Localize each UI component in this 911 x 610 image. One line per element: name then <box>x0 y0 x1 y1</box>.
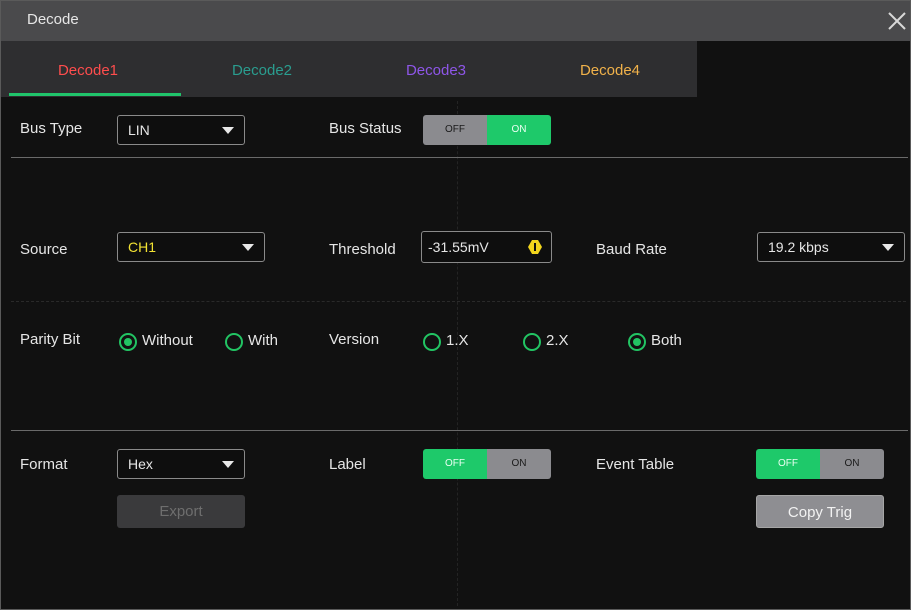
dialog-title: Decode <box>27 11 79 28</box>
threshold-field[interactable]: -31.55mV <box>421 231 552 263</box>
bus-type-dropdown[interactable]: LIN <box>117 115 245 145</box>
copy-trig-button[interactable]: Copy Trig <box>756 495 884 528</box>
event-table-label: Event Table <box>596 456 675 473</box>
grid-line-vertical <box>457 101 459 606</box>
decode-tabs: Decode1 Decode2 Decode3 Decode4 <box>1 41 697 97</box>
version-both-radio[interactable]: Both <box>628 331 698 353</box>
parity-without-label: Without <box>142 332 193 349</box>
export-button[interactable]: Export <box>117 495 245 528</box>
bus-status-toggle[interactable]: OFF ON <box>423 115 551 145</box>
chevron-down-icon <box>222 461 234 468</box>
version-2x-label: 2.X <box>546 332 569 349</box>
tab-decode1[interactable]: Decode1 <box>1 41 175 97</box>
radio-unselected-icon <box>423 333 441 351</box>
chevron-down-icon <box>222 127 234 134</box>
close-icon[interactable] <box>885 9 909 33</box>
parity-with-radio[interactable]: With <box>225 331 285 353</box>
version-1x-label: 1.X <box>446 332 469 349</box>
threshold-value: -31.55mV <box>428 239 489 255</box>
format-label: Format <box>20 456 68 473</box>
chevron-down-icon <box>882 244 894 251</box>
decode-dialog: Decode Decode1 Decode2 Decode3 Decode4 B… <box>0 0 911 610</box>
tab-decode4[interactable]: Decode4 <box>523 41 697 97</box>
version-label: Version <box>329 331 380 348</box>
label-toggle-label: Label <box>329 456 366 473</box>
tab-decode2[interactable]: Decode2 <box>175 41 349 97</box>
title-bar: Decode <box>1 1 910 41</box>
version-both-label: Both <box>651 332 682 349</box>
parity-with-label: With <box>248 332 278 349</box>
baud-rate-value: 19.2 kbps <box>768 239 829 255</box>
event-table-on: ON <box>820 449 884 479</box>
version-1x-radio[interactable]: 1.X <box>423 331 483 353</box>
source-dropdown[interactable]: CH1 <box>117 232 265 262</box>
source-value: CH1 <box>128 239 157 255</box>
bus-status-label: Bus Status <box>329 120 402 137</box>
bus-type-label: Bus Type <box>20 120 83 137</box>
source-label: Source <box>20 241 68 258</box>
adjust-knob-icon[interactable] <box>527 239 543 255</box>
event-table-off: OFF <box>756 449 820 479</box>
format-value: Hex <box>128 456 153 472</box>
threshold-label: Threshold <box>329 241 396 258</box>
divider <box>11 430 908 431</box>
label-toggle[interactable]: OFF ON <box>423 449 551 479</box>
label-off: OFF <box>423 449 487 479</box>
radio-selected-icon <box>628 333 646 351</box>
parity-without-radio[interactable]: Without <box>119 331 209 353</box>
active-tab-indicator <box>9 93 181 96</box>
version-2x-radio[interactable]: 2.X <box>523 331 583 353</box>
bus-status-off: OFF <box>423 115 487 145</box>
label-on: ON <box>487 449 551 479</box>
radio-selected-icon <box>119 333 137 351</box>
radio-unselected-icon <box>225 333 243 351</box>
event-table-toggle[interactable]: OFF ON <box>756 449 884 479</box>
tab-decode3[interactable]: Decode3 <box>349 41 523 97</box>
format-dropdown[interactable]: Hex <box>117 449 245 479</box>
parity-bit-label: Parity Bit <box>20 331 81 348</box>
grid-line-horizontal <box>11 301 906 303</box>
divider <box>11 157 908 158</box>
bus-type-value: LIN <box>128 122 150 138</box>
baud-rate-dropdown[interactable]: 19.2 kbps <box>757 232 905 262</box>
chevron-down-icon <box>242 244 254 251</box>
radio-unselected-icon <box>523 333 541 351</box>
bus-status-on: ON <box>487 115 551 145</box>
baud-rate-label: Baud Rate <box>596 241 667 258</box>
